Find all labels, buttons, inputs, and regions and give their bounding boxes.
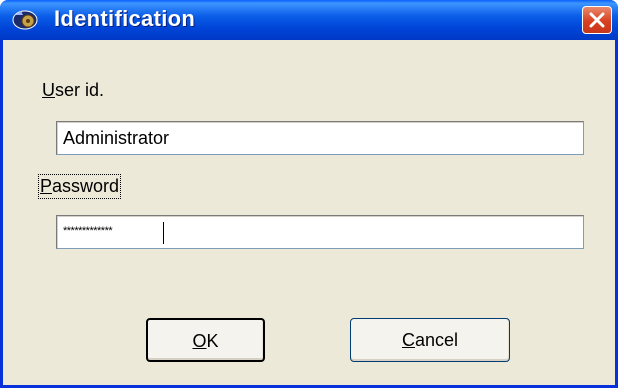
user-id-label: User id. bbox=[42, 80, 104, 101]
text-caret bbox=[163, 222, 164, 244]
user-id-value: Administrator bbox=[63, 128, 170, 148]
user-id-input[interactable]: Administrator bbox=[56, 121, 584, 155]
ok-button-label: OK bbox=[148, 331, 263, 352]
ok-button[interactable]: OK bbox=[146, 318, 265, 362]
title-bar[interactable]: Identification bbox=[0, 0, 618, 40]
password-input[interactable]: ************* bbox=[56, 215, 584, 249]
cancel-mnemonic: C bbox=[401, 330, 415, 350]
window-title: Identification bbox=[54, 6, 196, 31]
ok-label-text: K bbox=[206, 331, 219, 351]
close-icon bbox=[589, 12, 605, 28]
cancel-label-text: ancel bbox=[414, 330, 459, 350]
password-label-mnemonic: P bbox=[40, 176, 53, 196]
user-id-label-text: ser id. bbox=[55, 80, 105, 100]
close-button[interactable] bbox=[582, 6, 612, 34]
password-label-text: assword bbox=[52, 176, 120, 196]
user-id-label-mnemonic: U bbox=[42, 80, 55, 100]
identification-gear-icon bbox=[12, 10, 38, 30]
password-label: Password bbox=[37, 174, 122, 199]
cancel-button-label: Cancel bbox=[351, 330, 509, 351]
cancel-button[interactable]: Cancel bbox=[350, 318, 510, 362]
identification-dialog: Identification User id. Administrator Pa… bbox=[0, 0, 618, 388]
password-value: ************* bbox=[63, 225, 113, 237]
ok-mnemonic: O bbox=[192, 331, 207, 351]
